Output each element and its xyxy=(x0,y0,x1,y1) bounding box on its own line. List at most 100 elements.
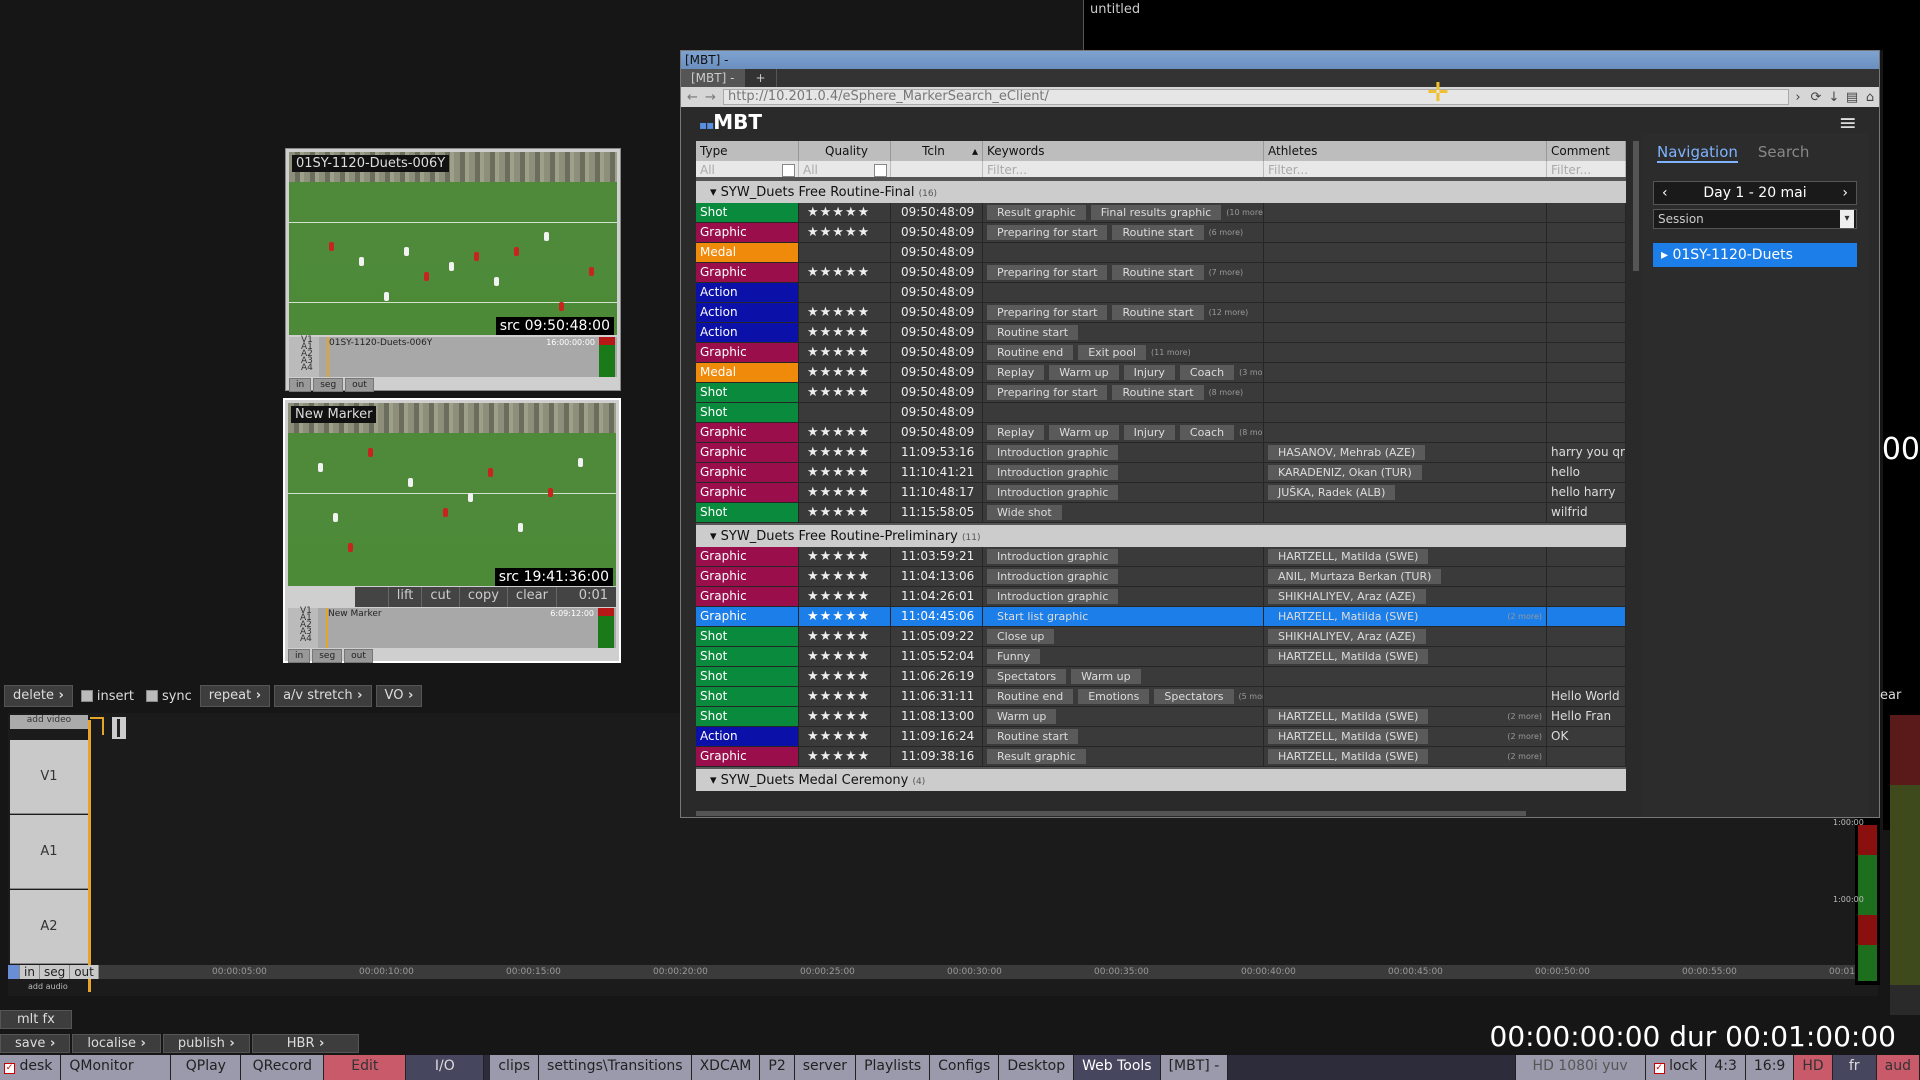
marker-row[interactable]: Action 09:50:48:09 xyxy=(696,283,1626,303)
keyword-more[interactable]: (3 more) xyxy=(1239,368,1263,377)
in-point-marker[interactable] xyxy=(90,717,104,735)
marker-row[interactable]: Shot ★★★★★ 11:06:26:19 Spectators Warm up xyxy=(696,667,1626,687)
hbr-button[interactable]: HBR xyxy=(251,1034,360,1053)
mark-out-button[interactable]: out xyxy=(344,649,373,663)
sync-toggle[interactable]: sync xyxy=(142,685,196,707)
configs-tab[interactable]: Configs xyxy=(930,1055,1000,1080)
athlete-more[interactable]: (2 more) xyxy=(1507,752,1546,761)
download-icon[interactable]: ↓ xyxy=(1825,90,1843,105)
save-button[interactable]: save xyxy=(0,1034,71,1053)
row-quality-stars[interactable]: ★★★★★ xyxy=(799,607,891,626)
reload-icon[interactable]: ⟳ xyxy=(1807,90,1825,105)
keyword-tag[interactable]: Routine start xyxy=(1112,225,1204,240)
keyword-tag[interactable]: Close up xyxy=(987,629,1055,644)
grid-hscrollbar[interactable] xyxy=(696,811,1526,816)
keyword-tag[interactable]: Funny xyxy=(987,649,1041,664)
timeline-ruler[interactable]: 00:00:05:00 00:00:10:00 00:00:15:00 00:00:2… xyxy=(92,965,1862,979)
row-quality-stars[interactable] xyxy=(799,403,891,422)
clear-button-fragment[interactable]: ear xyxy=(1880,688,1901,703)
keyword-more[interactable]: (8 more) xyxy=(1239,428,1263,437)
col-quality[interactable]: Quality xyxy=(799,141,891,161)
col-type[interactable]: Type xyxy=(696,141,799,161)
athlete-more[interactable]: (2 more) xyxy=(1507,732,1546,741)
marker-row[interactable]: Shot ★★★★★ 09:50:48:09 Preparing for start R… xyxy=(696,383,1626,403)
tl-seg-button[interactable]: seg xyxy=(39,965,71,979)
mbt-tab[interactable]: [MBT] - xyxy=(681,69,746,87)
marker-row[interactable]: Graphic ★★★★★ 11:04:45:06 Start list graphi… xyxy=(696,607,1626,627)
keyword-tag[interactable]: Routine start xyxy=(1112,305,1204,320)
video-frame-1[interactable]: 01SY-1120-Duets-006Y src 09:50:48:00 xyxy=(289,152,617,335)
desk-tab[interactable]: ✓ desk xyxy=(0,1055,62,1080)
marker-row[interactable]: Medal ★★★★★ 09:50:48:09 Replay Warm up Injury… xyxy=(696,363,1626,383)
marker-row[interactable]: Graphic ★★★★★ 09:50:48:09 Preparing for sta… xyxy=(696,263,1626,283)
track-v1[interactable]: V1 xyxy=(10,740,88,814)
row-quality-stars[interactable]: ★★★★★ xyxy=(799,627,891,646)
qrecord-tab[interactable]: QRecord xyxy=(241,1055,325,1080)
keyword-tag[interactable]: Warm up xyxy=(1071,669,1141,684)
row-quality-stars[interactable]: ★★★★★ xyxy=(799,587,891,606)
keyword-tag[interactable]: Routine start xyxy=(1112,385,1204,400)
row-quality-stars[interactable]: ★★★★★ xyxy=(799,463,891,482)
marker-row[interactable]: Graphic ★★★★★ 11:04:13:06 Introduction grap… xyxy=(696,567,1626,587)
publish-button[interactable]: publish xyxy=(162,1034,250,1053)
add-audio-button[interactable]: add audio xyxy=(28,982,68,991)
col-keywords[interactable]: Keywords xyxy=(983,141,1264,161)
marker-row[interactable]: Shot ★★★★★ 11:05:52:04 Funny HARTZELL, Matil… xyxy=(696,647,1626,667)
av-stretch-button[interactable]: a/v stretch xyxy=(274,685,372,707)
video-frame-2[interactable]: New Marker src 19:41:36:00 xyxy=(288,403,616,586)
io-tab[interactable]: I/O xyxy=(406,1055,485,1080)
repeat-button[interactable]: repeat xyxy=(199,685,271,707)
tab-search[interactable]: Search xyxy=(1758,143,1810,163)
keyword-tag[interactable]: Warm up xyxy=(987,709,1057,724)
monitor-tracks[interactable]: V1 A1 A2 A3 A4 New Marker 6:09:12:00 xyxy=(288,607,616,648)
tab-navigation[interactable]: Navigation xyxy=(1657,143,1738,163)
edit-tab[interactable]: Edit xyxy=(324,1055,407,1080)
marker-row[interactable]: Graphic ★★★★★ 11:10:48:17 Introduction grap… xyxy=(696,483,1626,503)
marker-row[interactable]: Shot ★★★★★ 11:08:13:00 Warm up HARTZELL, Mat… xyxy=(696,707,1626,727)
keyword-tag[interactable]: Routine start xyxy=(1112,265,1204,280)
row-quality-stars[interactable]: ★★★★★ xyxy=(799,667,891,686)
keyword-tag[interactable]: Preparing for start xyxy=(987,385,1108,400)
row-quality-stars[interactable] xyxy=(799,283,891,302)
ratio-43[interactable]: 4:3 xyxy=(1706,1055,1746,1080)
marker-row[interactable]: Graphic ★★★★★ 09:50:48:09 Replay Warm up Inju… xyxy=(696,423,1626,443)
url-field[interactable]: http://10.201.0.4/eSphere_MarkerSearch_e… xyxy=(723,89,1789,105)
tl-in-button[interactable]: in xyxy=(20,965,40,979)
home-icon[interactable]: ⌂ xyxy=(1861,90,1879,105)
athlete-tag[interactable]: HARTZELL, Matilda (SWE) xyxy=(1268,709,1429,724)
record-monitor[interactable]: New Marker src 19:41:36:00 lift cut copy… xyxy=(283,398,621,663)
checkbox-icon[interactable]: ✓ xyxy=(4,1063,15,1074)
tc-filter[interactable] xyxy=(891,161,983,177)
group-header[interactable]: ▾ SYW_Duets Medal Ceremony (4) xyxy=(696,767,1626,791)
track-a1[interactable]: A1 xyxy=(10,815,88,889)
marker-row[interactable]: Shot ★★★★★ 11:05:09:22 Close up SHIKHALIYEV,… xyxy=(696,627,1626,647)
athletes-filter[interactable]: Filter... xyxy=(1264,161,1547,177)
row-quality-stars[interactable]: ★★★★★ xyxy=(799,383,891,402)
delete-button[interactable]: delete xyxy=(4,685,73,707)
mark-seg-button[interactable]: seg xyxy=(313,378,344,392)
folder-icon[interactable]: ▤ xyxy=(1843,90,1861,105)
mbt-task[interactable]: [MBT] - xyxy=(1160,1055,1229,1080)
xdcam-tab[interactable]: XDCAM xyxy=(691,1055,761,1080)
mbt-browser-window[interactable]: [MBT] - [MBT] - + ← → http://10.201.0.4/… xyxy=(680,50,1880,818)
athlete-tag[interactable]: HARTZELL, Matilda (SWE) xyxy=(1268,749,1429,764)
source-monitor[interactable]: 01SY-1120-Duets-006Y src 09:50:48:00 V1 A… xyxy=(285,148,621,392)
row-quality-stars[interactable]: ★★★★★ xyxy=(799,687,891,706)
athlete-tag[interactable]: HARTZELL, Matilda (SWE) xyxy=(1268,729,1429,744)
keyword-tag[interactable]: Coach xyxy=(1179,365,1235,380)
marker-row[interactable]: Graphic ★★★★★ 09:50:48:09 Preparing for sta… xyxy=(696,223,1626,243)
grid-scrollbar[interactable] xyxy=(1633,141,1639,271)
col-athletes[interactable]: Athletes xyxy=(1264,141,1547,161)
timeline-playhead[interactable] xyxy=(88,720,91,992)
hd-button[interactable]: HD xyxy=(1794,1055,1833,1080)
clear-button[interactable]: clear xyxy=(506,587,556,607)
group-header[interactable]: ▾ SYW_Duets Free Routine-Final (16) xyxy=(696,179,1626,203)
keyword-tag[interactable]: Preparing for start xyxy=(987,305,1108,320)
insert-toggle[interactable]: insert xyxy=(77,685,138,707)
track-a2[interactable]: A2 xyxy=(10,890,88,964)
keyword-tag[interactable]: Injury xyxy=(1123,365,1175,380)
marker-row[interactable]: Action ★★★★★ 09:50:48:09 Routine start xyxy=(696,323,1626,343)
marker-row[interactable]: Graphic ★★★★★ 09:50:48:09 Routine end Exit p… xyxy=(696,343,1626,363)
settings-tab[interactable]: settings\Transitions xyxy=(539,1055,692,1080)
keyword-more[interactable]: (11 more) xyxy=(1151,348,1191,357)
